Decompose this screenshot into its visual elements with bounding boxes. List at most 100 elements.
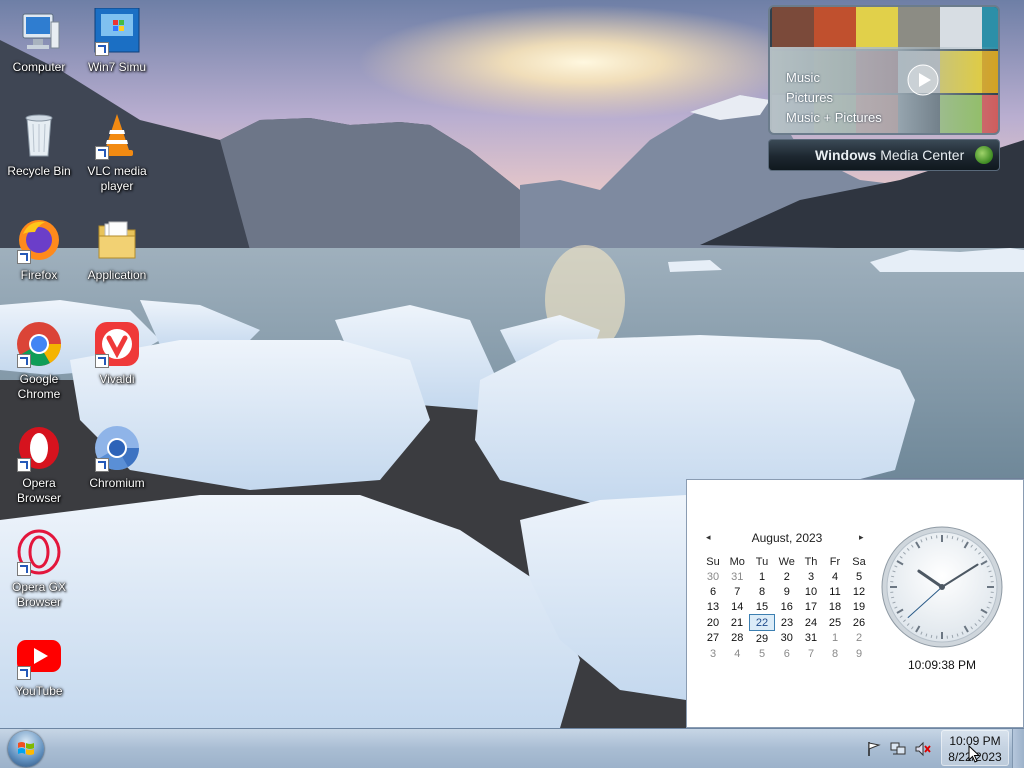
calendar-day[interactable]: 8 bbox=[750, 584, 775, 599]
folder-icon bbox=[93, 216, 141, 264]
calendar-day[interactable]: 29 bbox=[750, 631, 775, 647]
desktop-icon-application[interactable]: Application bbox=[78, 216, 156, 283]
calendar-day[interactable]: 18 bbox=[823, 599, 847, 615]
media-center-gadget[interactable]: Music Pictures Music + Pictures Windows … bbox=[768, 5, 1001, 171]
calendar-day[interactable]: 25 bbox=[823, 615, 847, 631]
opera-gx-icon bbox=[15, 528, 63, 576]
calendar-day-today[interactable]: 22 bbox=[749, 614, 775, 631]
calendar-day[interactable]: 31 bbox=[725, 569, 750, 584]
calendar-day[interactable]: 5 bbox=[750, 646, 775, 661]
show-desktop-button[interactable] bbox=[1012, 729, 1024, 768]
calendar-weekday-header: Mo bbox=[729, 555, 745, 568]
desktop-icon-opera[interactable]: Opera Browser bbox=[0, 424, 78, 506]
calendar-day[interactable]: 31 bbox=[799, 631, 823, 647]
calendar-day[interactable]: 1 bbox=[823, 631, 847, 647]
wmc-menu-music[interactable]: Music bbox=[786, 70, 820, 85]
volume-muted-icon[interactable] bbox=[915, 741, 931, 757]
desktop-icon-label: Google Chrome bbox=[17, 372, 61, 401]
calendar-day[interactable]: 4 bbox=[823, 569, 847, 584]
calendar-day[interactable]: 17 bbox=[799, 599, 823, 615]
desktop-icon-vlc[interactable]: VLC media player bbox=[78, 112, 156, 194]
action-center-flag-icon[interactable] bbox=[866, 741, 882, 757]
desktop-icon-google-chrome[interactable]: Google Chrome bbox=[0, 320, 78, 402]
desktop-icon-recycle-bin[interactable]: Recycle Bin bbox=[0, 112, 78, 179]
calendar-day[interactable]: 6 bbox=[701, 584, 725, 599]
calendar-day[interactable]: 4 bbox=[725, 646, 750, 661]
calendar-day[interactable]: 3 bbox=[701, 646, 725, 661]
calendar-day[interactable]: 11 bbox=[823, 584, 847, 599]
desktop-icon-win7-simu[interactable]: Win7 Simu bbox=[78, 7, 156, 75]
wmc-menu-music-pictures[interactable]: Music + Pictures bbox=[786, 110, 882, 125]
desktop-icon-label: Opera Browser bbox=[16, 476, 61, 505]
calendar-day[interactable]: 3 bbox=[799, 569, 823, 584]
recycle-bin-icon bbox=[15, 112, 63, 160]
calendar-day[interactable]: 9 bbox=[847, 646, 871, 661]
calendar-day[interactable]: 7 bbox=[799, 646, 823, 661]
calendar-week-row: 3456789 bbox=[701, 646, 871, 661]
calendar-day[interactable]: 6 bbox=[775, 646, 800, 661]
calendar-day[interactable]: 14 bbox=[725, 599, 750, 615]
calendar-day[interactable]: 13 bbox=[701, 599, 725, 615]
calendar-week-row: 30 31 1 2 3 4 5 bbox=[701, 569, 871, 584]
wmc-launch-bar[interactable]: Windows Media Center bbox=[768, 139, 1000, 171]
calendar-day[interactable]: 23 bbox=[775, 615, 800, 631]
desktop-icon-label: Chromium bbox=[89, 476, 145, 490]
shortcut-arrow-icon bbox=[95, 354, 109, 368]
calendar-day[interactable]: 28 bbox=[725, 631, 750, 647]
calendar-weekday-header: Th bbox=[804, 555, 818, 568]
desktop-icon-label: Firefox bbox=[20, 268, 58, 282]
desktop-icon-chromium[interactable]: Chromium bbox=[78, 424, 156, 491]
calendar-next-month-button[interactable]: ▸ bbox=[859, 532, 864, 543]
opera-icon bbox=[15, 424, 63, 472]
clock-minute-tick bbox=[891, 575, 895, 578]
calendar-prev-month-button[interactable]: ◂ bbox=[706, 532, 711, 543]
play-icon[interactable] bbox=[906, 63, 940, 97]
clock-minute-tick bbox=[951, 634, 954, 638]
calendar-day[interactable]: 19 bbox=[847, 599, 871, 615]
calendar-day[interactable]: 2 bbox=[847, 631, 871, 647]
calendar-day[interactable]: 30 bbox=[701, 569, 725, 584]
calendar-day[interactable]: 16 bbox=[775, 599, 800, 615]
shortcut-arrow-icon bbox=[95, 146, 109, 160]
chromium-icon bbox=[93, 424, 141, 472]
desktop-icon-opera-gx[interactable]: Opera GX Browser bbox=[0, 528, 78, 610]
clock-minute-tick bbox=[989, 596, 993, 599]
calendar-day[interactable]: 21 bbox=[725, 615, 750, 631]
calendar-day[interactable]: 2 bbox=[775, 569, 800, 584]
desktop-icon-firefox[interactable]: Firefox bbox=[0, 216, 78, 283]
calendar-day[interactable]: 26 bbox=[847, 615, 871, 631]
shortcut-arrow-icon bbox=[95, 458, 109, 472]
calendar-day[interactable]: 9 bbox=[775, 584, 800, 599]
analog-clock bbox=[881, 526, 1003, 648]
calendar-day[interactable]: 12 bbox=[847, 584, 871, 599]
desktop-icon-label: VLC media player bbox=[87, 164, 147, 193]
desktop-icon-computer[interactable]: Computer bbox=[0, 8, 78, 75]
calendar-month-title[interactable]: August, 2023 bbox=[727, 531, 847, 545]
calendar-day[interactable]: 20 bbox=[701, 615, 725, 631]
youtube-icon bbox=[15, 632, 63, 680]
clock-time-text: 10:09:38 PM bbox=[907, 658, 977, 672]
shortcut-arrow-icon bbox=[17, 458, 31, 472]
desktop-icon-vivaldi[interactable]: Vivaldi bbox=[78, 320, 156, 387]
media-tile-wall[interactable]: Music Pictures Music + Pictures bbox=[768, 5, 1000, 135]
start-button[interactable] bbox=[8, 731, 44, 767]
calendar-day[interactable]: 27 bbox=[701, 631, 725, 647]
calendar-day[interactable]: 24 bbox=[799, 615, 823, 631]
calendar-day[interactable]: 15 bbox=[750, 599, 775, 615]
calendar-day[interactable]: 1 bbox=[750, 569, 775, 584]
desktop-icon-label: Computer bbox=[12, 60, 66, 74]
calendar-week-row: 27 28 29 30 31 1 2 bbox=[701, 631, 871, 647]
calendar-day[interactable]: 5 bbox=[847, 569, 871, 584]
shortcut-arrow-icon bbox=[17, 562, 31, 576]
clock-minute-tick bbox=[989, 575, 993, 578]
desktop-icon-youtube[interactable]: YouTube bbox=[0, 632, 78, 699]
calendar-day[interactable]: 7 bbox=[725, 584, 750, 599]
wmc-menu-pictures[interactable]: Pictures bbox=[786, 90, 833, 105]
win7-simu-icon bbox=[93, 7, 141, 56]
calendar-day[interactable]: 30 bbox=[775, 631, 800, 647]
clock-minute-tick bbox=[951, 536, 954, 540]
desktop-icon-label: Opera GX Browser bbox=[11, 580, 67, 609]
network-icon[interactable] bbox=[890, 741, 906, 757]
calendar-day[interactable]: 10 bbox=[799, 584, 823, 599]
calendar-day[interactable]: 8 bbox=[823, 646, 847, 661]
